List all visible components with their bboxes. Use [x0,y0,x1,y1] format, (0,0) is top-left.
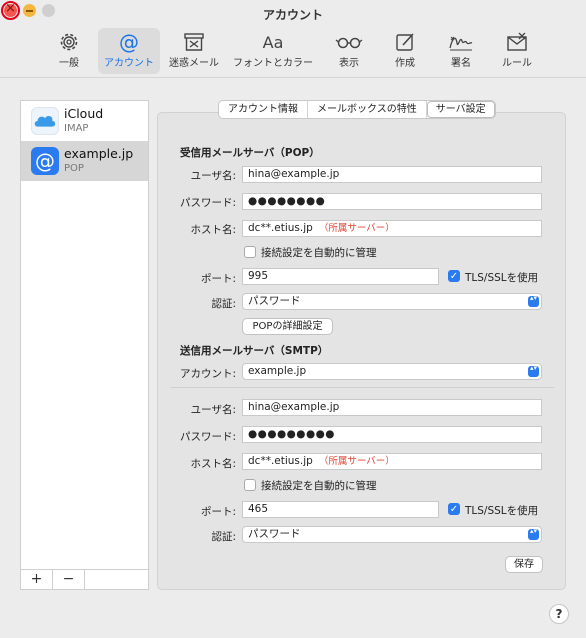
pop-advanced-settings-button[interactable]: POPの詳細設定 [242,318,333,335]
outgoing-auto-manage-checkbox[interactable] [244,479,256,491]
tab-junk-mail[interactable]: 迷惑メール [163,28,225,74]
outgoing-account-label: アカウント: [179,368,236,380]
outgoing-port-label: ポート: [200,506,236,518]
tab-signatures-label: 署名 [451,58,471,69]
incoming-auth-label: 認証: [211,298,236,310]
account-item-icloud[interactable]: iCloud IMAP [21,101,148,141]
tab-junk-mail-label: 迷惑メール [169,58,219,69]
incoming-host-note: （所属サーバー） [318,223,395,234]
outgoing-account-select[interactable]: example.jp ▴▾ [242,363,542,380]
account-list-footer: + − [21,569,148,589]
font-icon: Aa [231,28,315,54]
incoming-port-field[interactable]: 995 [242,268,439,285]
incoming-server-title: 受信用メールサーバ（POP） [180,147,320,159]
incoming-host-label: ホスト名: [190,224,236,236]
icloud-icon [31,107,59,135]
remove-account-button[interactable]: − [53,570,85,589]
outgoing-host-label: ホスト名: [190,458,236,470]
outgoing-auth-label: 認証: [211,531,236,543]
outgoing-port-field[interactable]: 465 [242,501,439,518]
tab-accounts-label: アカウント [104,58,154,69]
select-arrows-icon: ▴▾ [528,295,539,307]
incoming-tls-checkbox[interactable]: ✓ [448,270,460,282]
outgoing-auto-manage-label: 接続設定を自動的に管理 [261,480,377,492]
tab-rules-label: ルール [502,58,532,69]
tab-mailbox-behaviors[interactable]: メールボックスの特性 [308,101,427,118]
account-name: iCloud [64,106,104,121]
incoming-host-field[interactable]: dc**.etius.jp （所属サーバー） [242,220,542,237]
gear-icon [38,28,100,54]
tab-viewing[interactable]: 表示 [318,28,380,74]
tab-fonts-colors-label: フォントとカラー [233,58,313,69]
at-icon: @ [98,28,160,54]
outgoing-tls-checkbox[interactable]: ✓ [448,503,460,515]
account-item-example-jp[interactable]: @ example.jp POP [21,141,148,181]
incoming-username-field[interactable]: hina@example.jp [242,166,542,183]
select-arrows-icon: ▴▾ [528,365,539,377]
incoming-port-label: ポート: [200,273,236,285]
incoming-password-label: パスワード: [179,197,236,209]
account-name: example.jp [64,146,134,161]
title-bar: アカウント [0,0,586,28]
help-button[interactable]: ? [549,604,569,624]
incoming-password-field[interactable]: ●●●●●●●● [242,193,542,210]
tab-rules[interactable]: ルール [486,28,548,74]
outgoing-host-field[interactable]: dc**.etius.jp （所属サーバー） [242,453,542,470]
tab-server-settings[interactable]: サーバ設定 [426,101,495,118]
incoming-auto-manage-checkbox[interactable] [244,246,256,258]
incoming-host-value: dc**.etius.jp [248,222,313,234]
account-tabs: アカウント情報 メールボックスの特性 サーバ設定 [218,100,496,119]
junk-mail-icon [163,28,225,54]
font-glyph: Aa [263,33,284,52]
tab-viewing-label: 表示 [339,58,359,69]
outgoing-tls-label: TLS/SSLを使用 [465,505,539,517]
select-arrows-icon: ▴▾ [528,528,539,540]
incoming-auth-select[interactable]: パスワード ▴▾ [242,293,542,310]
tab-general-label: 一般 [59,58,79,69]
outgoing-password-label: パスワード: [179,431,236,443]
account-list: iCloud IMAP @ example.jp POP + − [20,100,149,590]
outgoing-password-field[interactable]: ●●●●●●●●● [242,426,542,443]
outgoing-host-value: dc**.etius.jp [248,455,313,467]
outgoing-username-label: ユーザ名: [190,404,236,416]
svg-text:@: @ [35,149,55,173]
account-type: POP [64,163,84,174]
compose-icon [374,28,436,54]
window-title: アカウント [262,8,323,22]
outgoing-host-note: （所属サーバー） [318,456,395,467]
svg-text:@: @ [119,31,139,53]
tab-signatures[interactable]: 署名 [430,28,492,74]
section-divider [170,387,554,388]
rules-icon [486,28,548,54]
signature-icon [430,28,492,54]
outgoing-auth-select[interactable]: パスワード ▴▾ [242,526,542,543]
incoming-auto-manage-label: 接続設定を自動的に管理 [261,247,377,259]
at-icon: @ [31,147,59,175]
glasses-icon [318,28,380,54]
tab-composing[interactable]: 作成 [374,28,436,74]
tab-fonts-colors[interactable]: Aa フォントとカラー [231,28,315,74]
add-account-button[interactable]: + [21,570,53,589]
outgoing-auth-value: パスワード [248,528,301,540]
outgoing-account-value: example.jp [248,365,307,377]
tab-accounts[interactable]: @ アカウント [98,28,160,74]
tab-general[interactable]: 一般 [38,28,100,74]
tab-account-info[interactable]: アカウント情報 [219,101,308,118]
save-button[interactable]: 保存 [505,556,543,573]
tab-composing-label: 作成 [395,58,415,69]
outgoing-username-field[interactable]: hina@example.jp [242,399,542,416]
incoming-auth-value: パスワード [248,295,301,307]
incoming-tls-label: TLS/SSLを使用 [465,272,539,284]
account-type: IMAP [64,123,89,134]
outgoing-server-title: 送信用メールサーバ（SMTP） [180,345,329,357]
incoming-username-label: ユーザ名: [190,170,236,182]
preferences-toolbar: 一般 @ アカウント 迷惑メール Aa フォントとカラー 表示 作成 署名 ルー… [0,28,586,78]
